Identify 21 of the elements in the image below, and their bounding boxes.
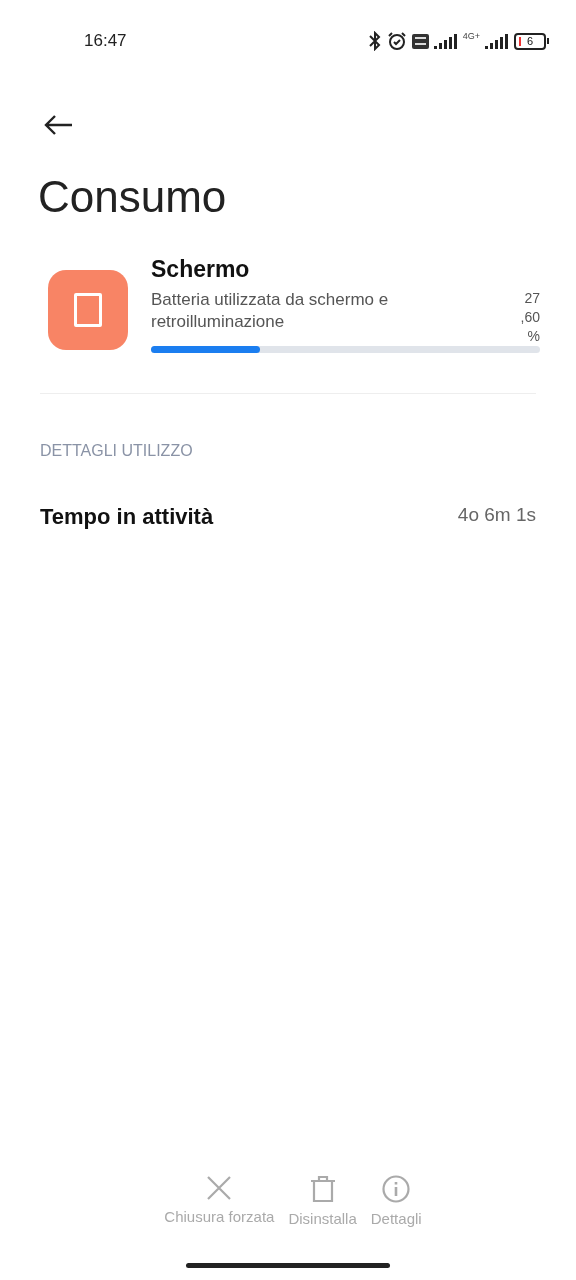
screen-app-icon bbox=[48, 270, 128, 350]
percent-value: 27 bbox=[524, 289, 540, 308]
close-icon bbox=[206, 1175, 233, 1201]
status-time: 16:47 bbox=[84, 31, 127, 51]
network-type: 4G+ bbox=[462, 31, 480, 41]
alarm-icon bbox=[386, 31, 407, 51]
row-label: Tempo in attività bbox=[40, 504, 214, 530]
percent-value: % bbox=[527, 327, 540, 346]
item-description: Batteria utilizzata da schermo e retroilluminazione bbox=[151, 289, 390, 333]
percent-value: ,60 bbox=[520, 308, 540, 327]
trash-icon bbox=[308, 1175, 337, 1203]
item-name: Schermo bbox=[151, 256, 251, 283]
row-value: 4o 6m 1s bbox=[457, 504, 536, 527]
signal-icon bbox=[485, 33, 509, 49]
section-heading: DETTAGLI UTILIZZO bbox=[40, 442, 194, 460]
info-icon bbox=[382, 1175, 411, 1203]
page-title: Consumo bbox=[38, 172, 228, 222]
bluetooth-icon bbox=[367, 31, 382, 51]
battery-indicator: 6 bbox=[514, 32, 546, 50]
back-arrow-icon[interactable] bbox=[43, 114, 73, 136]
signal-icon bbox=[433, 33, 458, 49]
